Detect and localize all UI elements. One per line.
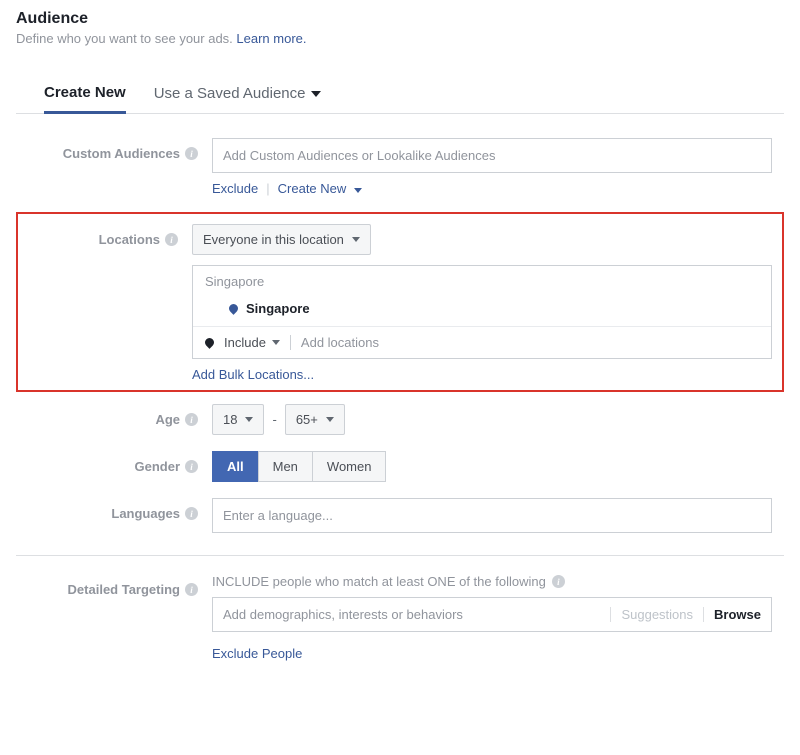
label-custom-audiences: Custom Audiences i xyxy=(32,138,212,161)
page-subtitle: Define who you want to see your ads. Lea… xyxy=(16,31,784,46)
detailed-targeting-input[interactable] xyxy=(213,598,610,631)
detailed-include-heading: INCLUDE people who match at least ONE of… xyxy=(212,574,772,589)
chevron-down-icon xyxy=(326,417,334,422)
row-languages: Languages i xyxy=(16,498,784,533)
location-include-row: Include xyxy=(193,326,771,358)
tab-create-new[interactable]: Create New xyxy=(44,74,126,114)
info-icon[interactable]: i xyxy=(185,460,198,473)
info-icon[interactable]: i xyxy=(185,413,198,426)
browse-button[interactable]: Browse xyxy=(703,607,761,622)
custom-audiences-input[interactable] xyxy=(212,138,772,173)
divider xyxy=(16,555,784,556)
row-custom-audiences: Custom Audiences i Exclude | Create New xyxy=(16,138,784,196)
chevron-down-icon xyxy=(245,417,253,422)
row-age: Age i 18 - 65+ xyxy=(16,404,784,435)
location-item[interactable]: Singapore xyxy=(193,293,771,326)
suggestions-button[interactable]: Suggestions xyxy=(610,607,703,622)
info-icon[interactable]: i xyxy=(552,575,565,588)
gender-button-group: All Men Women xyxy=(212,451,386,482)
locations-highlight: Locations i Everyone in this location Si… xyxy=(16,212,784,392)
page-title: Audience xyxy=(16,10,784,28)
header: Audience Define who you want to see your… xyxy=(16,10,784,46)
age-max-dropdown[interactable]: 65+ xyxy=(285,404,345,435)
gender-women-button[interactable]: Women xyxy=(312,451,387,482)
exclude-people-link[interactable]: Exclude People xyxy=(212,646,302,661)
languages-input[interactable] xyxy=(212,498,772,533)
tab-saved-audience[interactable]: Use a Saved Audience xyxy=(154,74,322,113)
label-detailed-targeting: Detailed Targeting i xyxy=(32,574,212,597)
chevron-down-icon xyxy=(354,188,362,193)
label-gender: Gender i xyxy=(32,451,212,474)
row-gender: Gender i All Men Women xyxy=(16,451,784,482)
tabs: Create New Use a Saved Audience xyxy=(16,74,784,114)
row-detailed-targeting: Detailed Targeting i INCLUDE people who … xyxy=(16,574,784,661)
info-icon[interactable]: i xyxy=(185,507,198,520)
gender-men-button[interactable]: Men xyxy=(258,451,313,482)
location-group-label: Singapore xyxy=(193,266,771,293)
exclude-link[interactable]: Exclude xyxy=(212,181,258,196)
learn-more-link[interactable]: Learn more. xyxy=(236,31,306,46)
label-locations: Locations i xyxy=(28,224,192,247)
age-separator: - xyxy=(272,412,276,427)
chevron-down-icon xyxy=(272,340,280,345)
gender-all-button[interactable]: All xyxy=(212,451,259,482)
detailed-targeting-box: Suggestions Browse xyxy=(212,597,772,632)
label-languages: Languages i xyxy=(32,498,212,521)
create-new-link[interactable]: Create New xyxy=(278,181,362,196)
info-icon[interactable]: i xyxy=(165,233,178,246)
locations-box: Singapore Singapore Include xyxy=(192,265,772,359)
info-icon[interactable]: i xyxy=(185,147,198,160)
add-bulk-locations-link[interactable]: Add Bulk Locations... xyxy=(192,367,772,382)
chevron-down-icon xyxy=(311,91,321,97)
pin-icon xyxy=(227,302,240,315)
pin-icon xyxy=(203,336,216,349)
info-icon[interactable]: i xyxy=(185,583,198,596)
location-scope-dropdown[interactable]: Everyone in this location xyxy=(192,224,371,255)
label-age: Age i xyxy=(32,404,212,427)
include-dropdown[interactable]: Include xyxy=(224,335,280,350)
age-min-dropdown[interactable]: 18 xyxy=(212,404,264,435)
add-locations-input[interactable] xyxy=(290,335,759,350)
chevron-down-icon xyxy=(352,237,360,242)
